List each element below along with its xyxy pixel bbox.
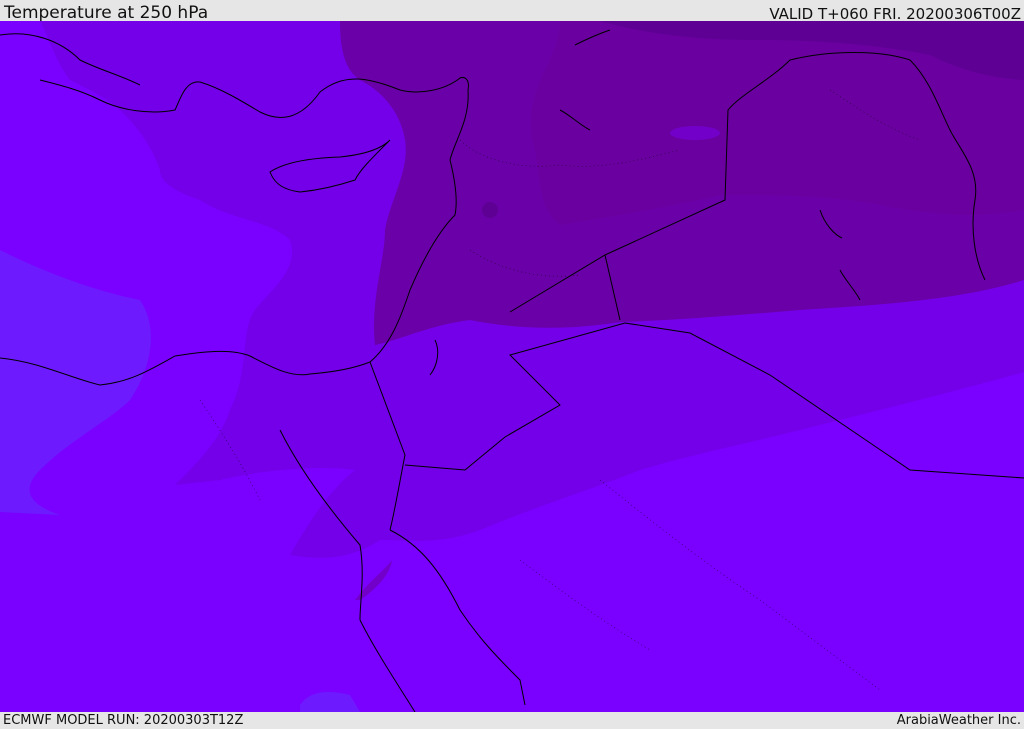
header-bar: Temperature at 250 hPa VALID T+060 FRI. … (0, 0, 1024, 23)
credit: ArabiaWeather Inc. (896, 713, 1021, 728)
map-title: Temperature at 250 hPa (4, 3, 209, 23)
weather-map[interactable] (0, 21, 1024, 712)
footer-bar: ECMWF MODEL RUN: 20200303T12Z ArabiaWeat… (0, 712, 1024, 729)
cold-blob (482, 202, 498, 218)
cold-blob (670, 126, 720, 140)
model-run: ECMWF MODEL RUN: 20200303T12Z (3, 713, 244, 728)
